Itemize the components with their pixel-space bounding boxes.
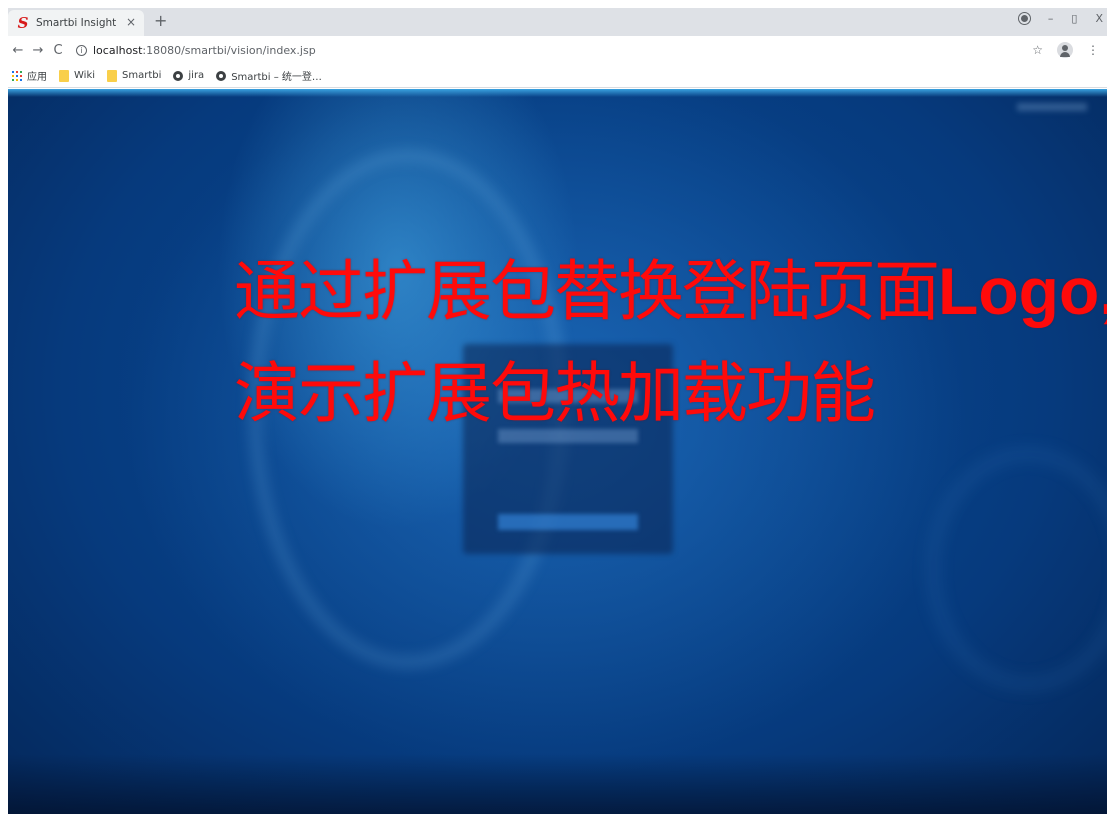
- bookmark-star-icon[interactable]: ☆: [1032, 43, 1043, 57]
- bookmarks-bar: 应用 Wiki Smartbi jira Smartbi – 统一登…: [8, 64, 1107, 88]
- forward-button[interactable]: →: [28, 43, 48, 58]
- globe-icon: [216, 70, 227, 81]
- bookmark-jira[interactable]: jira: [173, 70, 204, 81]
- bookmark-label: Smartbi: [122, 70, 162, 81]
- blurred-header-link: [1017, 103, 1087, 111]
- globe-icon: [173, 70, 184, 81]
- bookmark-label: Smartbi – 统一登…: [231, 72, 322, 83]
- bookmark-wiki[interactable]: Wiki: [59, 69, 96, 82]
- tab-close-icon[interactable]: ×: [126, 15, 136, 29]
- tab-smartbi-insight[interactable]: S Smartbi Insight ×: [8, 10, 144, 36]
- blurred-login-button: [498, 514, 638, 530]
- window-controls: – ▯ X: [1018, 12, 1103, 25]
- chrome-profile-icon[interactable]: [1018, 13, 1030, 24]
- back-button[interactable]: ←: [8, 43, 28, 58]
- overlay-caption-line-1: 通过扩展包替换登陆页面Logo,: [234, 240, 1107, 343]
- blurred-glow-graphic: [928, 449, 1107, 689]
- toolbar-right: ☆ ⋮: [1032, 42, 1099, 58]
- bookmark-label: jira: [188, 70, 205, 81]
- minimize-button[interactable]: –: [1048, 12, 1054, 25]
- overlay-caption: 通过扩展包替换登陆页面Logo, 演示扩展包热加载功能: [234, 240, 1107, 445]
- overlay-caption-line-1-cn: 通过扩展包替换登陆页面: [234, 253, 940, 330]
- page-viewport: [8, 89, 1107, 814]
- apps-grid-icon: [12, 70, 22, 81]
- browser-window: S Smartbi Insight × + – ▯ X ← → C i loca…: [0, 0, 1107, 814]
- url-text[interactable]: localhost:18080/smartbi/vision/index.jsp: [93, 44, 316, 57]
- menu-kebab-icon[interactable]: ⋮: [1087, 43, 1099, 57]
- address-bar[interactable]: i localhost:18080/smartbi/vision/index.j…: [76, 39, 1032, 61]
- profile-avatar-icon[interactable]: [1057, 42, 1073, 58]
- new-tab-button[interactable]: +: [154, 13, 167, 29]
- browser-toolbar: ← → C i localhost:18080/smartbi/vision/i…: [8, 36, 1107, 64]
- tab-strip: S Smartbi Insight × + – ▯ X: [8, 8, 1107, 36]
- top-glow: [8, 89, 1107, 97]
- overlay-caption-line-1-latin: Logo,: [938, 254, 1107, 328]
- folder-icon: [59, 69, 69, 82]
- tab-title: Smartbi Insight: [36, 17, 117, 29]
- site-info-icon[interactable]: i: [76, 44, 87, 56]
- url-path: :18080/smartbi/vision/index.jsp: [142, 43, 316, 57]
- bookmark-label: Wiki: [74, 70, 96, 81]
- smartbi-logo-icon: S: [17, 14, 29, 32]
- restore-button[interactable]: ▯: [1071, 12, 1077, 25]
- overlay-caption-line-2: 演示扩展包热加载功能: [234, 355, 876, 432]
- close-window-button[interactable]: X: [1095, 12, 1103, 25]
- bottom-shadow: [8, 754, 1107, 814]
- bookmark-smartbi-folder[interactable]: Smartbi: [107, 69, 162, 82]
- reload-button[interactable]: C: [48, 43, 68, 58]
- bookmark-apps[interactable]: 应用: [12, 68, 47, 83]
- url-host: localhost: [93, 43, 143, 57]
- bookmark-label: 应用: [27, 72, 47, 83]
- folder-icon: [107, 69, 118, 82]
- bookmark-smartbi-sso[interactable]: Smartbi – 统一登…: [216, 68, 322, 83]
